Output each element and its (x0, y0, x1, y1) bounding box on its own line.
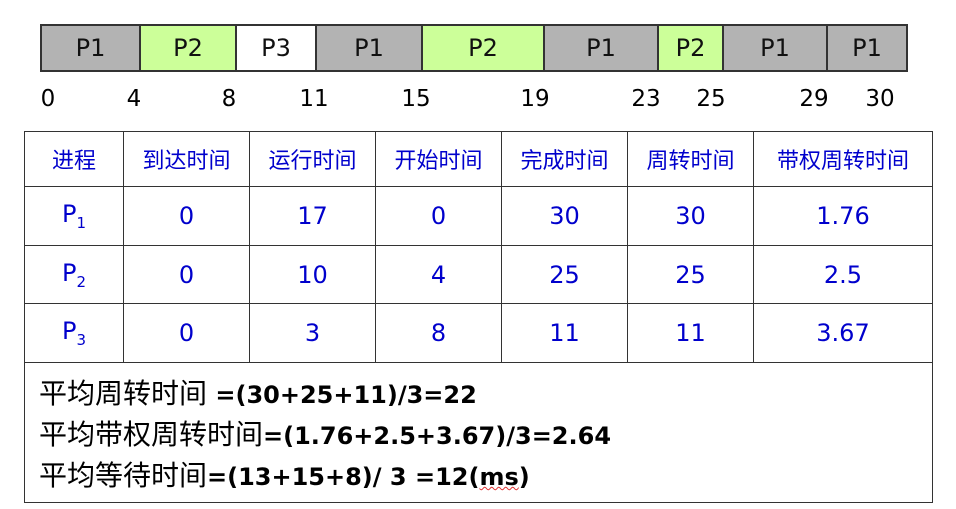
time-tick: 8 (221, 86, 237, 112)
header-arrival-time: 到达时间 (123, 130, 250, 188)
avg-wait-formula-post: ) (518, 462, 530, 491)
time-tick: 25 (696, 86, 726, 112)
avg-wait-formula-pre: =(13+15+8)/ 3 =12( (207, 462, 480, 491)
table-row: P3 0 3 8 11 11 3.67 (24, 303, 933, 363)
time-tick: 11 (299, 86, 329, 112)
gantt-chart: P1 P2 P3 P1 P2 P1 P2 P1 P1 (40, 24, 908, 72)
header-weighted-turnaround-time: 带权周转时间 (753, 130, 933, 188)
avg-weighted-formula: =(1.76+2.5+3.67)/3=2.64 (263, 421, 612, 450)
turnaround-time-cell: 25 (627, 244, 754, 305)
gantt-segment-p1: P1 (315, 24, 421, 72)
run-time-cell: 10 (249, 244, 376, 305)
gantt-time-axis: 0 4 8 11 15 19 23 25 29 30 (0, 86, 956, 116)
time-tick: 30 (865, 86, 895, 112)
avg-weighted-label: 平均带权周转时间 (39, 417, 264, 451)
header-start-time: 开始时间 (375, 130, 502, 188)
time-tick: 0 (40, 86, 56, 112)
finish-time-cell: 25 (501, 244, 628, 305)
gantt-segment-p2: P2 (139, 24, 235, 72)
header-run-time: 运行时间 (249, 130, 376, 188)
arrival-time-cell: 0 (123, 244, 250, 305)
start-time-cell: 4 (375, 244, 502, 305)
summary-cell: 平均周转时间 =(30+25+11)/3=22 平均带权周转时间=(1.76+2… (24, 361, 933, 504)
time-tick: 29 (799, 86, 829, 112)
turnaround-time-cell: 11 (627, 303, 754, 363)
gantt-segment-p1: P1 (722, 24, 826, 72)
header-turnaround-time: 周转时间 (627, 130, 754, 188)
avg-turnaround-label: 平均周转时间 (39, 376, 208, 410)
gantt-segment-p1: P1 (826, 24, 908, 72)
weighted-turnaround-cell: 2.5 (753, 244, 933, 305)
avg-wait-line: 平均等待时间=(13+15+8)/ 3 =12(ms) (39, 455, 932, 496)
arrival-time-cell: 0 (123, 186, 250, 246)
run-time-cell: 3 (249, 303, 376, 363)
time-tick: 23 (631, 86, 661, 112)
start-time-cell: 0 (375, 186, 502, 246)
time-tick: 4 (126, 86, 142, 112)
gantt-segment-p2: P2 (421, 24, 543, 72)
process-table: 进程 到达时间 运行时间 开始时间 完成时间 周转时间 带权周转时间 P1 0 … (24, 130, 933, 504)
finish-time-cell: 30 (501, 186, 628, 246)
summary-row: 平均周转时间 =(30+25+11)/3=22 平均带权周转时间=(1.76+2… (24, 361, 933, 504)
avg-turnaround-formula: =(30+25+11)/3=22 (207, 380, 477, 409)
table-row: P2 0 10 4 25 25 2.5 (24, 244, 933, 305)
gantt-segment-p2: P2 (657, 24, 722, 72)
time-tick: 15 (401, 86, 431, 112)
gantt-segment-p3: P3 (235, 24, 315, 72)
avg-turnaround-line: 平均周转时间 =(30+25+11)/3=22 (39, 373, 932, 414)
time-tick: 19 (520, 86, 550, 112)
turnaround-time-cell: 30 (627, 186, 754, 246)
process-name: P3 (24, 303, 124, 363)
start-time-cell: 8 (375, 303, 502, 363)
header-process: 进程 (24, 130, 124, 188)
gantt-segment-p1: P1 (40, 24, 139, 72)
avg-wait-label: 平均等待时间 (39, 458, 208, 492)
process-name: P2 (24, 244, 124, 305)
finish-time-cell: 11 (501, 303, 628, 363)
avg-wait-formula: =(13+15+8)/ 3 =12(ms) (207, 463, 530, 491)
process-name: P1 (24, 186, 124, 246)
weighted-turnaround-cell: 3.67 (753, 303, 933, 363)
gantt-segment-p1: P1 (543, 24, 657, 72)
avg-weighted-line: 平均带权周转时间=(1.76+2.5+3.67)/3=2.64 (39, 414, 932, 455)
weighted-turnaround-cell: 1.76 (753, 186, 933, 246)
avg-wait-unit: ms (479, 462, 519, 491)
arrival-time-cell: 0 (123, 303, 250, 363)
table-row: P1 0 17 0 30 30 1.76 (24, 186, 933, 246)
run-time-cell: 17 (249, 186, 376, 246)
table-header-row: 进程 到达时间 运行时间 开始时间 完成时间 周转时间 带权周转时间 (24, 130, 933, 188)
header-finish-time: 完成时间 (501, 130, 628, 188)
